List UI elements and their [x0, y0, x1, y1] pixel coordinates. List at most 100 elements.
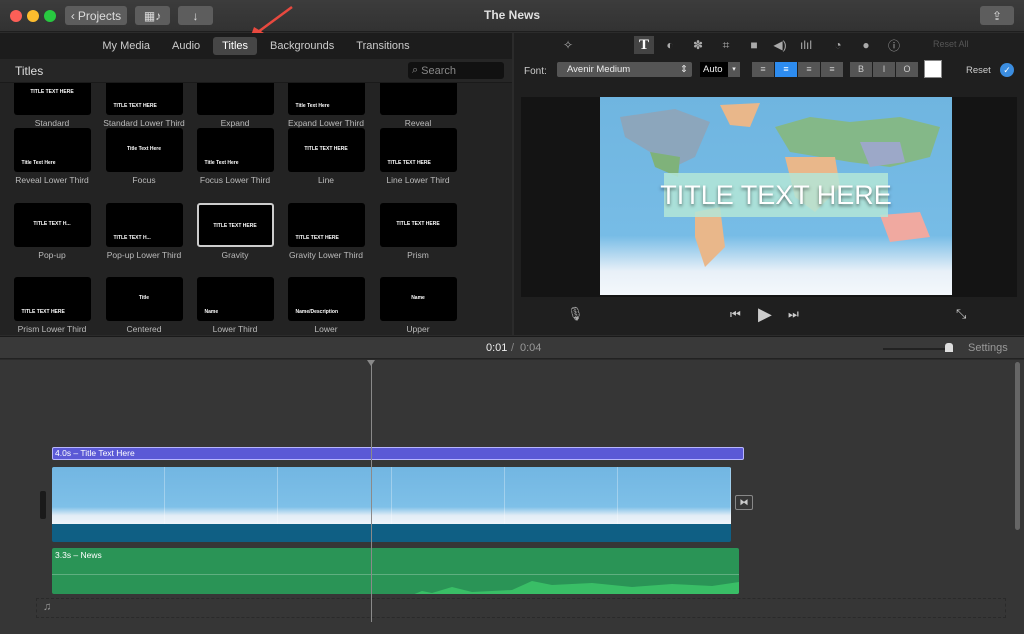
minimize-window-button[interactable] [27, 10, 39, 22]
palette-icon[interactable]: ✽ [690, 37, 706, 53]
speed-icon[interactable]: ◔ [830, 37, 846, 53]
color-swatch[interactable] [924, 60, 942, 78]
title-thumbnail[interactable] [379, 83, 457, 115]
left-handle[interactable] [40, 491, 46, 519]
text-icon[interactable]: T [634, 36, 654, 54]
reset-button[interactable]: Reset [966, 65, 991, 76]
outline-button[interactable]: O [896, 62, 918, 77]
import-button[interactable]: ↓ [178, 6, 213, 25]
title-template-item[interactable]: Title Text Here Reveal Lower Third [6, 128, 98, 185]
tab-titles[interactable]: Titles [213, 37, 258, 55]
align-center-button[interactable]: ≡ [775, 62, 797, 77]
zoom-window-button[interactable] [44, 10, 56, 22]
settings-button[interactable]: Settings [968, 342, 1008, 354]
title-thumbnail[interactable]: Name [379, 277, 457, 321]
color-balance-icon[interactable]: ◐ [662, 37, 678, 53]
title-template-item[interactable]: Name Upper [372, 277, 464, 334]
media-browser-button[interactable]: ▦♪ [135, 6, 170, 25]
slider-knob[interactable] [945, 343, 953, 352]
fullscreen-icon[interactable]: ⤡ [956, 306, 966, 322]
title-template-item[interactable]: TITLE TEXT H... Pop-up Lower Third [98, 203, 190, 260]
close-window-button[interactable] [10, 10, 22, 22]
thumbnail-frame [52, 467, 166, 524]
play-icon[interactable]: ▶ [758, 304, 772, 325]
microphone-icon[interactable]: 🎙 [567, 306, 584, 322]
title-thumbnail[interactable]: TITLE TEXT HERE [379, 203, 457, 247]
align-right-button[interactable]: ≡ [798, 62, 820, 77]
tab-transitions[interactable]: Transitions [347, 37, 418, 55]
title-template-item[interactable]: Name/Description Lower [280, 277, 372, 334]
title-template-item[interactable]: TITLE TEXT HERE Prism [372, 203, 464, 260]
align-left-button[interactable]: ≡ [752, 62, 774, 77]
title-overlay[interactable]: TITLE TEXT HERE [660, 173, 892, 217]
tab-my-media[interactable]: My Media [93, 37, 159, 55]
title-template-item[interactable]: TITLE TEXT HERE Gravity [189, 203, 281, 260]
font-size-select[interactable]: Auto ▾ [700, 62, 740, 77]
title-thumbnail[interactable] [196, 83, 274, 115]
filter-icon[interactable]: ● [858, 37, 874, 53]
volume-icon[interactable]: ◀) [772, 37, 788, 53]
title-thumbnail[interactable]: TITLE TEXT HERE [287, 128, 365, 172]
title-thumbnail[interactable]: TITLE TEXT HERE [287, 203, 365, 247]
title-thumbnail[interactable]: Name/Description [287, 277, 365, 321]
thumbnail-text: TITLE TEXT HERE [387, 160, 431, 166]
current-time: 0:01 [486, 342, 508, 354]
title-thumbnail[interactable]: TITLE TEXT HERE [13, 277, 91, 321]
font-select[interactable]: Avenir Medium ⇕ [557, 62, 692, 77]
playhead[interactable] [371, 360, 372, 622]
title-template-item[interactable]: Reveal [372, 83, 464, 128]
title-template-item[interactable]: Title Text Here Focus Lower Third [189, 128, 281, 185]
title-template-item[interactable]: TITLE TEXT HERE Standard [6, 83, 98, 128]
title-template-item[interactable]: TITLE TEXT H... Pop-up [6, 203, 98, 260]
title-template-item[interactable]: TITLE TEXT HERE Prism Lower Third [6, 277, 98, 334]
title-thumbnail[interactable]: Title [105, 277, 183, 321]
title-thumbnail[interactable]: Name [196, 277, 274, 321]
title-thumbnail[interactable]: Title Text Here [105, 128, 183, 172]
title-thumbnail[interactable]: Title Text Here [287, 83, 365, 115]
title-clip[interactable]: 4.0s – Title Text Here [52, 447, 744, 460]
tab-backgrounds[interactable]: Backgrounds [261, 37, 343, 55]
skip-back-icon[interactable]: ⏮ [730, 307, 741, 322]
transition-button[interactable]: ⧓ [735, 495, 753, 510]
video-clip[interactable] [52, 467, 731, 542]
title-thumbnail[interactable]: TITLE TEXT H... [105, 203, 183, 247]
title-thumbnail[interactable]: TITLE TEXT HERE [13, 83, 91, 115]
reset-all-button[interactable]: Reset All [933, 39, 969, 49]
projects-button[interactable]: ‹ Projects [65, 6, 127, 25]
title-thumbnail[interactable]: TITLE TEXT HERE [105, 83, 183, 115]
title-template-item[interactable]: Title Text Here Focus [98, 128, 190, 185]
apply-checkmark-icon[interactable]: ✓ [1000, 63, 1014, 77]
stabilization-icon[interactable]: ■ [746, 37, 762, 53]
title-template-item[interactable]: Expand [189, 83, 281, 128]
share-button[interactable]: ⇪ [980, 6, 1014, 25]
audio-clip[interactable]: 3.3s – News [52, 548, 739, 594]
equalizer-icon[interactable]: ılıl [798, 37, 814, 53]
title-thumbnail[interactable]: Title Text Here [196, 128, 274, 172]
title-thumbnail[interactable]: TITLE TEXT HERE [379, 128, 457, 172]
title-template-item[interactable]: Title Text Here Expand Lower Third [280, 83, 372, 128]
magic-wand-icon[interactable]: ✧ [560, 37, 576, 53]
title-template-item[interactable]: Name Lower Third [189, 277, 281, 334]
title-template-item[interactable]: TITLE TEXT HERE Gravity Lower Third [280, 203, 372, 260]
title-template-item[interactable]: TITLE TEXT HERE Line Lower Third [372, 128, 464, 185]
bold-button[interactable]: B [850, 62, 872, 77]
justify-button[interactable]: ≡ [821, 62, 843, 77]
title-thumbnail[interactable]: TITLE TEXT HERE [196, 203, 274, 247]
crop-icon[interactable]: ⌗ [718, 37, 734, 53]
info-icon[interactable]: ⓘ [886, 37, 902, 53]
title-thumbnail[interactable]: Title Text Here [13, 128, 91, 172]
thumbnail-text: Name [204, 309, 219, 315]
background-music-well[interactable]: ♫ [36, 598, 1006, 618]
thumbnail-text: Name [411, 295, 425, 301]
italic-button[interactable]: I [873, 62, 895, 77]
timeline-zoom-slider[interactable] [883, 343, 953, 352]
title-template-item[interactable]: Title Centered [98, 277, 190, 334]
thumbnail-text: Title Text Here [127, 146, 161, 152]
search-input[interactable]: ⌕ Search [408, 62, 504, 79]
title-template-item[interactable]: TITLE TEXT HERE Standard Lower Third [98, 83, 190, 128]
skip-forward-icon[interactable]: ⏭ [788, 307, 799, 322]
vertical-scrollbar[interactable] [1015, 362, 1020, 530]
title-template-item[interactable]: TITLE TEXT HERE Line [280, 128, 372, 185]
title-thumbnail[interactable]: TITLE TEXT H... [13, 203, 91, 247]
tab-audio[interactable]: Audio [163, 37, 209, 55]
